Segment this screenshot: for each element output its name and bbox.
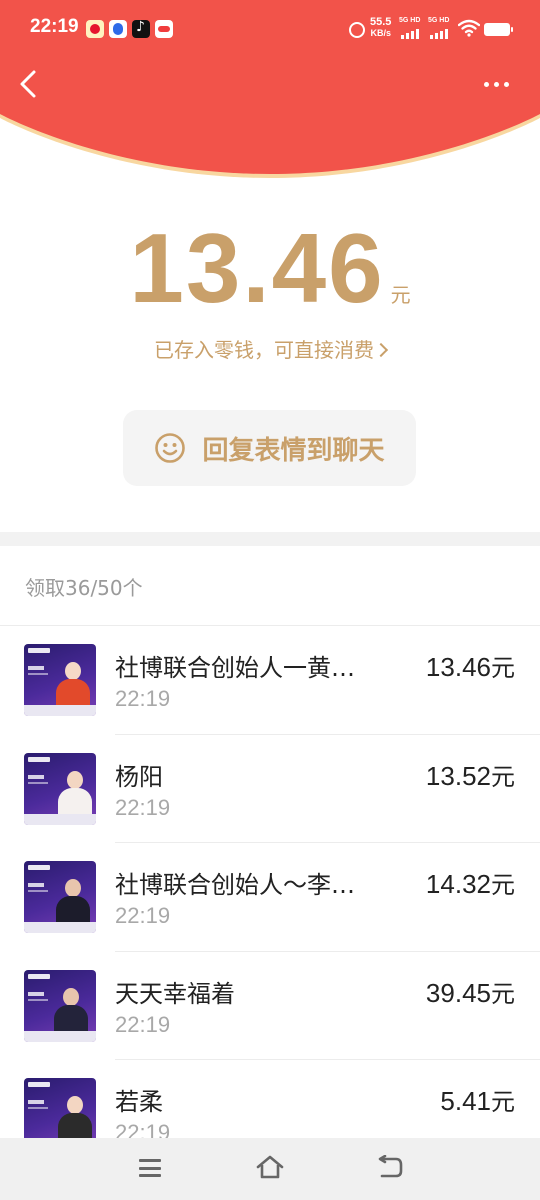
- avatar[interactable]: [24, 752, 96, 825]
- tiktok-icon: [132, 19, 150, 38]
- back-arrow-icon[interactable]: [16, 66, 40, 102]
- alarm-icon: [349, 22, 365, 38]
- record-amount-value: 13.46: [425, 652, 491, 682]
- record-time: 22:19: [115, 794, 171, 820]
- received-amount: 13.46 元: [0, 218, 540, 318]
- record-time: 22:19: [115, 686, 171, 711]
- record-amount-unit: 元: [491, 654, 515, 682]
- wifi-icon: [458, 19, 480, 37]
- avatar[interactable]: [24, 644, 96, 716]
- record-amount-value: 13.52: [425, 760, 491, 791]
- record-time: 22:19: [115, 903, 171, 928]
- network-speed: 55.5 KB/s: [370, 17, 391, 39]
- amount-value: 13.46: [129, 213, 385, 323]
- list-item[interactable]: 天天幸福着 22:19 39.45元: [0, 952, 540, 1060]
- record-amount: 39.45元: [426, 974, 515, 1009]
- list-item[interactable]: 社博联合创始人一黄… 22:19 13.46元: [0, 626, 540, 735]
- more-options-icon[interactable]: [484, 72, 514, 96]
- record-name: 天天幸福着: [115, 979, 235, 1008]
- sim2-label: 5G HD: [428, 17, 450, 24]
- change-wallet-text: 已存入零钱，可直接消费: [154, 338, 374, 362]
- list-item[interactable]: 杨阳 22:19 13.52元: [0, 735, 540, 843]
- network-speed-unit: KB/s: [370, 28, 391, 38]
- record-amount-unit: 元: [491, 1088, 515, 1116]
- record-amount: 13.46元: [426, 648, 515, 683]
- claimed-count: 领取36/50个: [25, 576, 143, 600]
- sim1-label: 5G HD: [399, 17, 421, 24]
- record-amount-value: 39.45: [425, 977, 491, 1008]
- claim-records-list: 社博联合创始人一黄… 22:19 13.46元 杨阳 22:19 13.52元 …: [0, 626, 540, 1169]
- record-amount-value: 14.32: [425, 869, 491, 899]
- record-time: 22:19: [115, 1011, 171, 1037]
- record-name: 若柔: [115, 1088, 163, 1116]
- reply-sticker-label: 回复表情到聊天: [202, 435, 385, 466]
- record-amount-unit: 元: [491, 762, 515, 791]
- system-nav-bar: [0, 1138, 540, 1200]
- weibo-icon: [86, 20, 104, 38]
- change-wallet-link[interactable]: 已存入零钱，可直接消费: [0, 334, 540, 363]
- list-item[interactable]: 社博联合创始人～李… 22:19 14.32元: [0, 843, 540, 952]
- avatar[interactable]: [24, 969, 96, 1042]
- record-name: 社博联合创始人一黄…: [115, 654, 355, 682]
- section-divider: [0, 532, 540, 546]
- avatar[interactable]: [24, 861, 96, 933]
- network-speed-value: 55.5: [370, 16, 392, 28]
- record-amount: 13.52元: [426, 757, 515, 792]
- record-amount: 14.32元: [426, 865, 515, 900]
- red-packet-detail-screen: 22:19 55.5 KB/s 5G HD 5G HD 13.4: [0, 0, 540, 1200]
- status-bar: 22:19 55.5 KB/s 5G HD 5G HD: [0, 0, 540, 60]
- smile-icon: [155, 433, 186, 463]
- record-amount: 5.41元: [440, 1082, 515, 1117]
- record-amount-value: 5.41: [440, 1086, 491, 1116]
- back-icon[interactable]: [376, 1155, 404, 1179]
- signal-icon: 5G HD: [399, 17, 425, 39]
- battery-icon: [484, 23, 513, 36]
- amount-unit: 元: [390, 283, 411, 307]
- status-time: 22:19: [30, 16, 79, 37]
- reply-sticker-button[interactable]: 回复表情到聊天: [123, 410, 416, 486]
- record-amount-unit: 元: [491, 871, 515, 899]
- baidu-icon: [109, 20, 127, 38]
- record-amount-unit: 元: [491, 979, 515, 1008]
- tencent-video-icon: [155, 20, 173, 38]
- record-name: 杨阳: [115, 762, 163, 791]
- signal-icon: 5G HD: [428, 17, 454, 39]
- chevron-right-icon: [373, 342, 389, 358]
- record-name: 社博联合创始人～李…: [115, 871, 355, 899]
- home-icon[interactable]: [256, 1154, 284, 1180]
- menu-icon[interactable]: [139, 1159, 161, 1177]
